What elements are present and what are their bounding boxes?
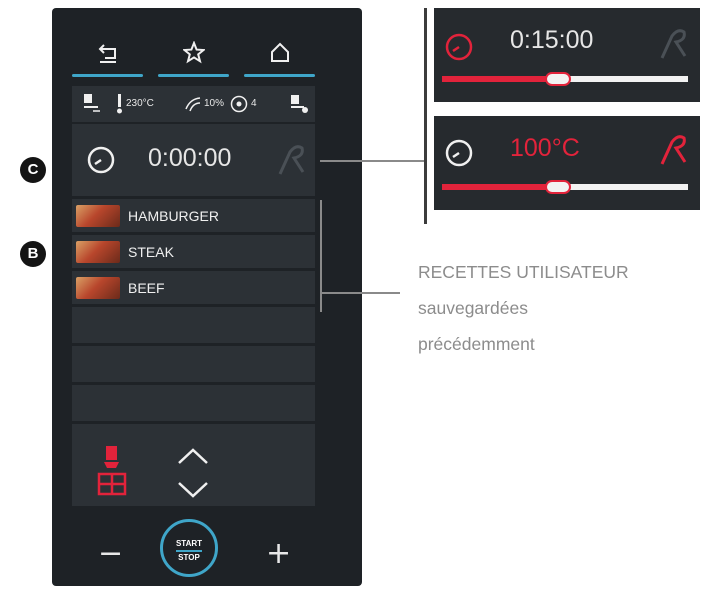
caption-line-1: RECETTES UTILISATEUR [418,262,629,282]
time-slider-knob[interactable] [544,72,571,86]
temperature-slider[interactable] [442,180,688,194]
increase-button[interactable]: + [266,536,291,571]
status-temperature: 230°C [126,98,154,109]
probe-icon [278,145,305,175]
connector-recipes [320,292,400,294]
recipe-name: HAMBURGER [128,208,220,224]
empty-recipe-slot[interactable] [72,346,315,385]
back-button[interactable] [72,35,143,79]
timer-value: 0:00:00 [148,144,232,172]
start-divider [176,550,202,552]
recipe-item-beef[interactable]: BEEF [72,271,315,307]
home-icon [271,42,289,62]
empty-recipe-slot[interactable] [72,307,315,346]
oven-preheat-icon [291,95,308,113]
thermometer-icon [117,94,122,114]
probe-icon [660,29,687,59]
clock-icon [87,146,115,174]
home-button[interactable] [244,35,315,79]
recipe-thumbnail [76,241,120,263]
start-label: START [175,539,203,548]
badge-c: C [20,157,46,183]
connector-recipes-bracket [320,200,322,312]
oven-control-panel: 230°C 10% 4 0:00:00 HAMBURGER STEAK BEEF… [52,8,362,586]
decrease-button[interactable]: − [98,536,123,571]
time-slider[interactable] [442,72,688,86]
clock-icon [445,139,473,167]
empty-recipe-slot[interactable] [72,385,315,424]
top-navigation [72,35,315,81]
temperature-slider-fill [442,184,558,190]
status-fan-level: 4 [251,98,257,109]
recipe-screen: 230°C 10% 4 0:00:00 HAMBURGER STEAK BEEF [72,86,315,506]
status-humidity: 10% [204,98,225,109]
recipe-item-hamburger[interactable]: HAMBURGER [72,199,315,235]
probe-icon [660,135,687,165]
timer-row[interactable]: 0:00:00 [72,124,315,199]
favorites-underline [158,74,229,77]
fan-icon [230,95,248,113]
chevron-up-icon[interactable] [176,446,210,466]
recipe-name: STEAK [128,244,174,260]
back-icon [98,44,116,63]
stop-label: STOP [178,553,200,562]
recipe-thumbnail [76,205,120,227]
back-underline [72,74,143,77]
favorites-button[interactable] [158,35,229,79]
recipe-book-icon[interactable] [94,444,130,500]
oven-mode-icon [84,94,100,112]
callout-time-panel: 0:15:00 [434,8,700,102]
star-icon [183,41,205,64]
badge-b: B [20,241,46,267]
chevron-down-icon[interactable] [176,480,210,500]
humidity-icon [185,97,201,112]
connector-timer [320,160,426,162]
recipe-thumbnail [76,277,120,299]
list-controls [72,438,315,506]
start-stop-button[interactable]: START STOP [160,519,218,577]
caption-line-3: précédemment [418,334,535,354]
callout-temperature-value: 100°C [510,134,580,162]
home-underline [244,74,315,77]
callout-divider [424,8,427,224]
caption-line-2: sauvegardées [418,298,528,318]
clock-icon [445,33,473,61]
callout-temperature-panel: 100°C [434,116,700,210]
recipe-name: BEEF [128,280,165,296]
callout-time-value: 0:15:00 [510,26,594,54]
temperature-slider-knob[interactable] [544,180,571,194]
status-bar: 230°C 10% 4 [72,86,315,124]
recipe-item-steak[interactable]: STEAK [72,235,315,271]
time-slider-fill [442,76,558,82]
